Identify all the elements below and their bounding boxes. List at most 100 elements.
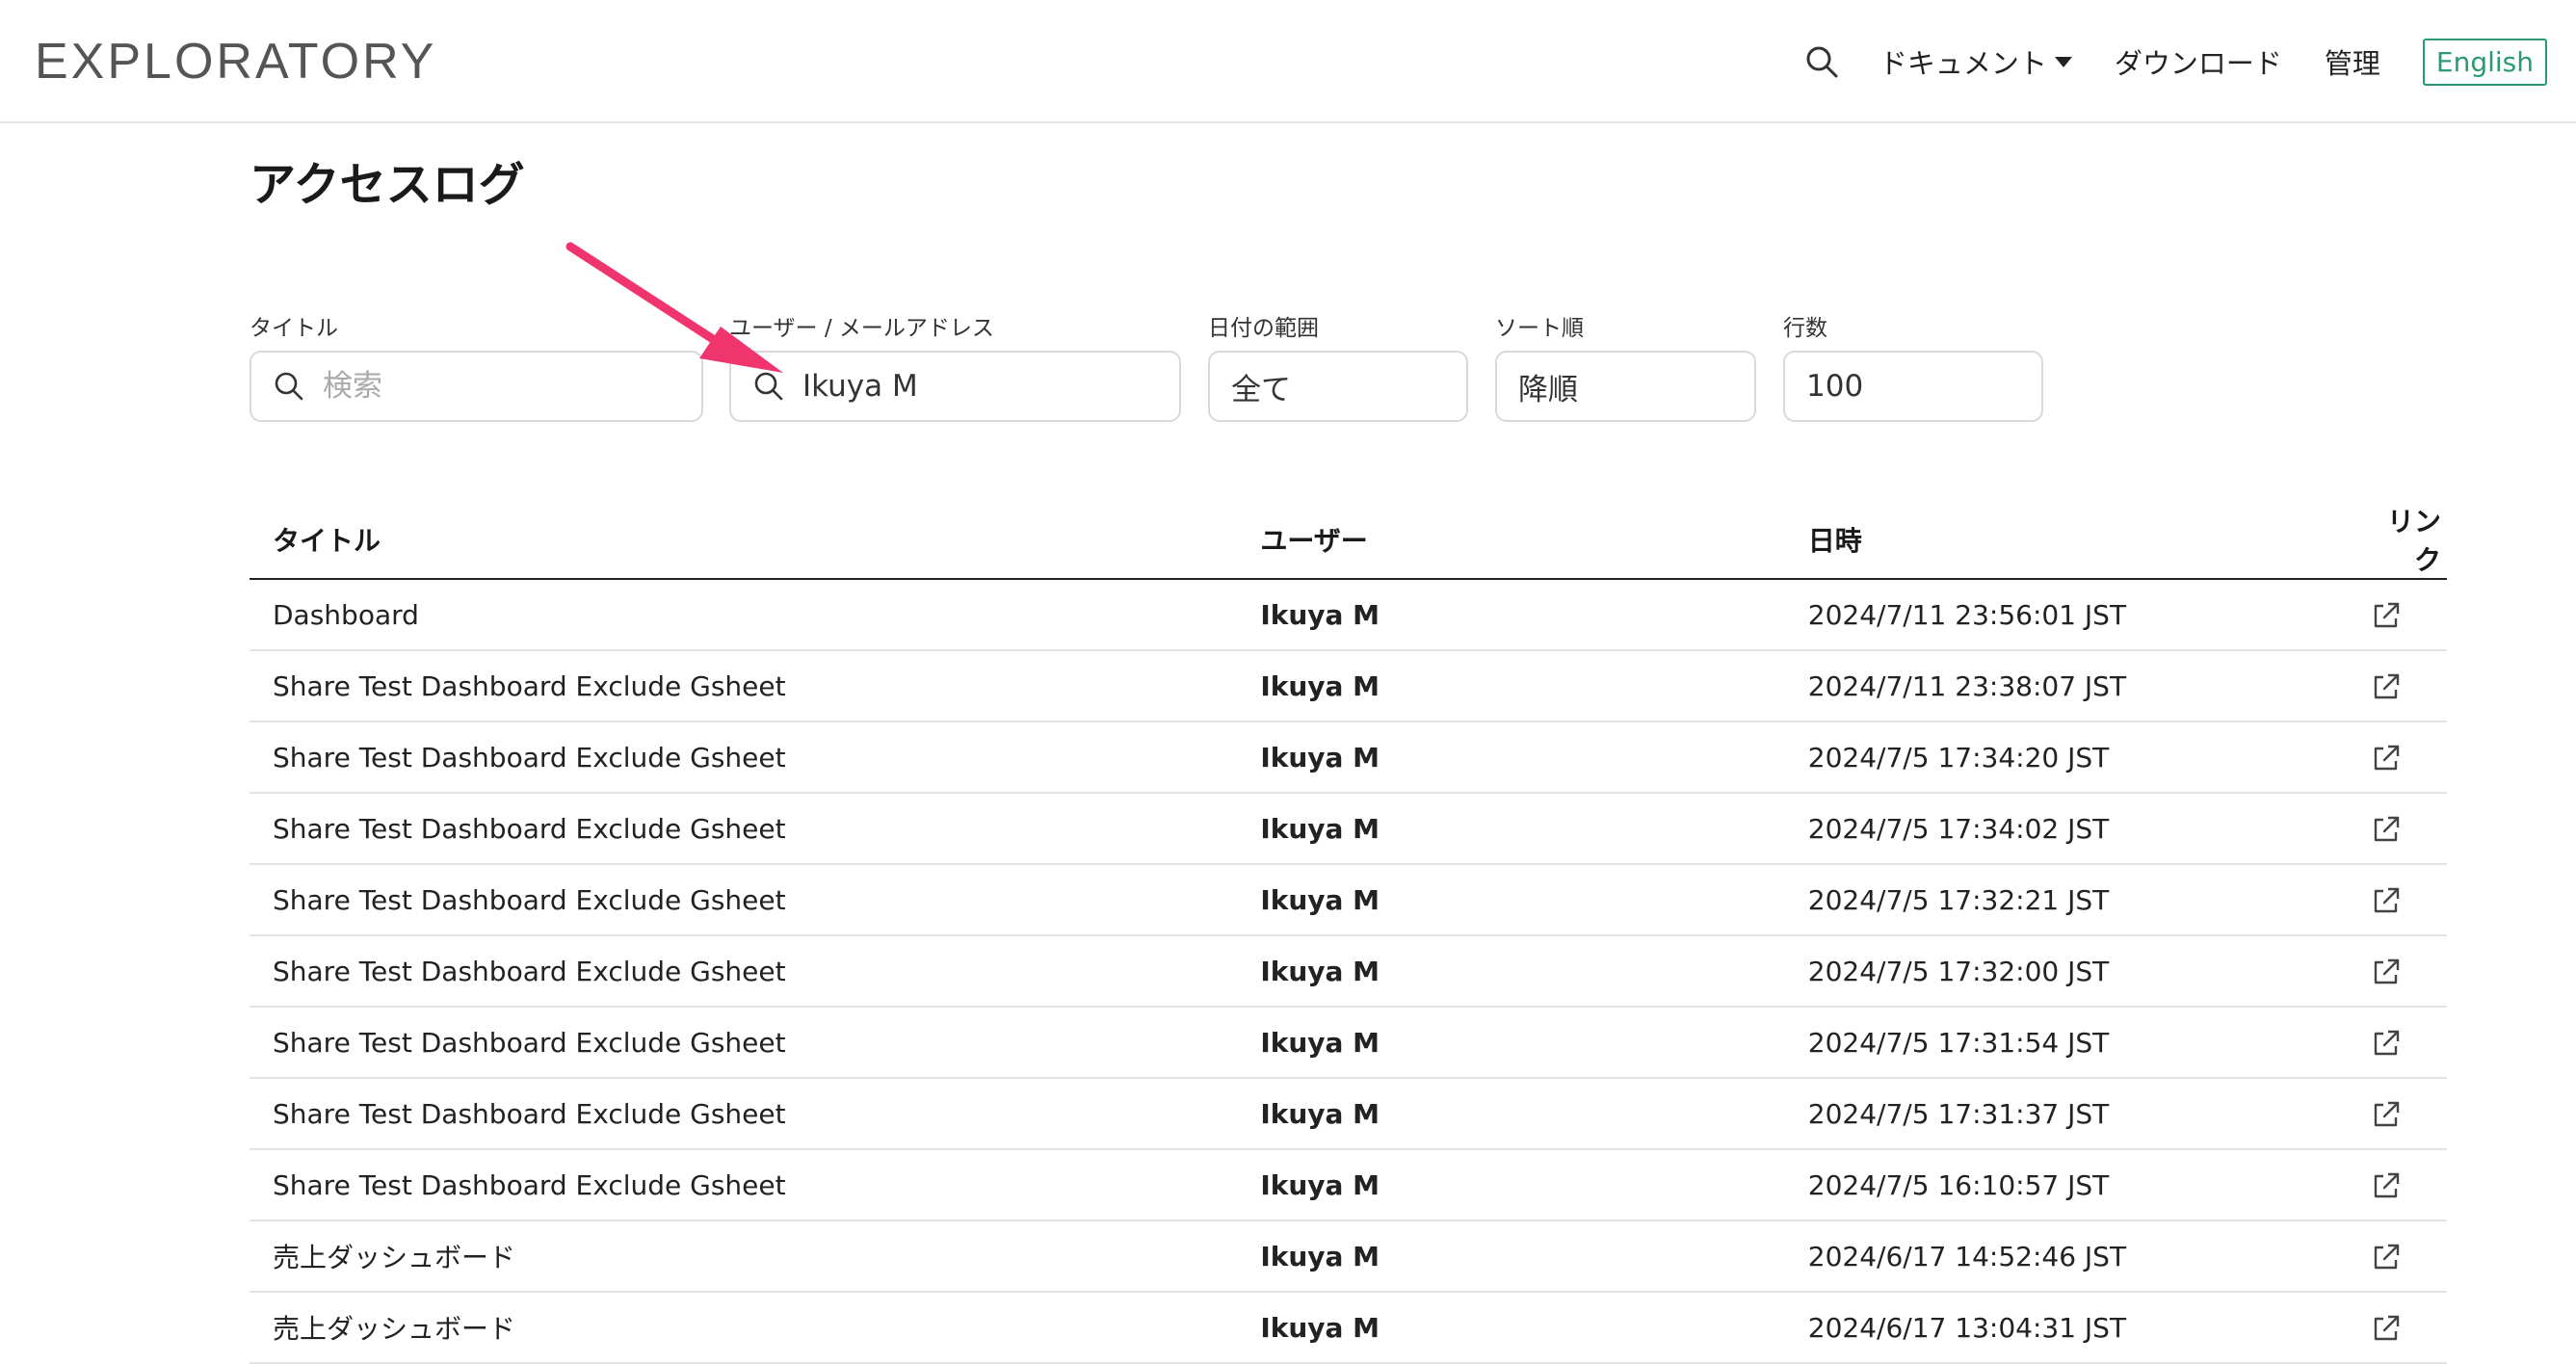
row-count-label: 行数 [1783, 316, 1827, 341]
row-user: Ikuya M [1237, 579, 1785, 651]
user-search-box[interactable] [729, 351, 1181, 422]
nav-download[interactable]: ダウンロード [2115, 41, 2282, 82]
row-link [2347, 1149, 2447, 1221]
header-nav: ドキュメント ダウンロード 管理 English [1802, 29, 2547, 94]
row-date: 2024/7/5 17:32:00 JST [1784, 935, 2347, 1008]
external-link-icon[interactable] [2370, 1027, 2403, 1060]
row-title: Share Test Dashboard Exclude Gsheet [250, 721, 1238, 794]
row-title: Share Test Dashboard Exclude Gsheet [250, 650, 1238, 722]
row-title: Share Test Dashboard Exclude Gsheet [250, 935, 1238, 1008]
date-range-label: 日付の範囲 [1208, 316, 1319, 341]
row-title: Share Test Dashboard Exclude Gsheet [250, 864, 1238, 936]
language-button[interactable]: English [2422, 38, 2547, 86]
caret-down-icon [2054, 56, 2072, 67]
user-search-input[interactable] [802, 369, 1158, 404]
row-link [2347, 935, 2447, 1008]
row-title: Dashboard [250, 579, 1238, 651]
row-title: 売上ダッシュボード [250, 1220, 1238, 1293]
access-log-table: タイトル ユーザー 日時 リンク Dashboard Ikuya M 2024/… [250, 501, 2447, 1364]
row-link [2347, 1078, 2447, 1150]
row-count-select[interactable]: 100 [1783, 351, 2043, 422]
column-header-link: リンク [2347, 501, 2447, 580]
nav-admin[interactable]: 管理 [2325, 41, 2380, 82]
table-row: Share Test Dashboard Exclude Gsheet Ikuy… [250, 793, 2447, 865]
page-title: アクセスログ [250, 158, 525, 212]
table-row: 売上ダッシュボード Ikuya M 2024/6/17 14:52:46 JST [250, 1220, 2447, 1293]
external-link-icon[interactable] [2370, 1098, 2403, 1131]
external-link-icon[interactable] [2370, 813, 2403, 846]
table-row: Share Test Dashboard Exclude Gsheet Ikuy… [250, 1149, 2447, 1221]
row-date: 2024/7/5 17:32:21 JST [1784, 864, 2347, 936]
sort-order-value: 降順 [1518, 372, 1578, 407]
search-icon [754, 372, 783, 401]
table-row: Share Test Dashboard Exclude Gsheet Ikuy… [250, 650, 2447, 722]
row-date: 2024/7/5 16:10:57 JST [1784, 1149, 2347, 1221]
row-date: 2024/7/5 17:34:20 JST [1784, 721, 2347, 794]
user-filter: ユーザー / メールアドレス [729, 314, 1181, 422]
row-date: 2024/7/5 17:31:54 JST [1784, 1007, 2347, 1079]
column-header-title: タイトル [250, 501, 1238, 580]
column-header-date: 日時 [1784, 501, 2347, 580]
date-range-filter: 日付の範囲 全て [1208, 314, 1468, 422]
table-row: Share Test Dashboard Exclude Gsheet Ikuy… [250, 1007, 2447, 1079]
external-link-icon[interactable] [2370, 884, 2403, 917]
row-user: Ikuya M [1237, 1149, 1785, 1221]
exploratory-logo[interactable]: EXPLORATORY [35, 29, 436, 94]
external-link-icon[interactable] [2370, 956, 2403, 988]
table-body: Dashboard Ikuya M 2024/7/11 23:56:01 JST… [250, 579, 2447, 1364]
sort-order-label: ソート順 [1495, 316, 1584, 341]
title-filter: タイトル [250, 314, 703, 422]
row-date: 2024/6/17 13:04:31 JST [1784, 1292, 2347, 1364]
row-user: Ikuya M [1237, 721, 1785, 794]
row-link [2347, 1007, 2447, 1079]
row-user: Ikuya M [1237, 1078, 1785, 1150]
title-search-input[interactable] [323, 369, 680, 404]
row-count-filter: 行数 100 [1783, 314, 2043, 422]
row-title: Share Test Dashboard Exclude Gsheet [250, 1007, 1238, 1079]
row-count-value: 100 [1806, 369, 1864, 404]
row-date: 2024/7/5 17:31:37 JST [1784, 1078, 2347, 1150]
external-link-icon[interactable] [2370, 599, 2403, 632]
row-link [2347, 793, 2447, 865]
table-row: 売上ダッシュボード Ikuya M 2024/6/17 13:04:31 JST [250, 1292, 2447, 1364]
nav-documents-label: ドキュメント [1879, 47, 2047, 80]
row-date: 2024/7/11 23:38:07 JST [1784, 650, 2347, 722]
row-link [2347, 579, 2447, 651]
row-user: Ikuya M [1237, 864, 1785, 936]
nav-documents-dropdown[interactable]: ドキュメント [1879, 41, 2072, 82]
row-date: 2024/7/5 17:34:02 JST [1784, 793, 2347, 865]
row-link [2347, 1292, 2447, 1364]
row-user: Ikuya M [1237, 1292, 1785, 1364]
table-row: Share Test Dashboard Exclude Gsheet Ikuy… [250, 935, 2447, 1008]
table-row: Share Test Dashboard Exclude Gsheet Ikuy… [250, 1078, 2447, 1150]
sort-order-filter: ソート順 降順 [1495, 314, 1756, 422]
row-link [2347, 650, 2447, 722]
table-header-row: タイトル ユーザー 日時 リンク [250, 501, 2447, 580]
search-icon[interactable] [1802, 42, 1841, 81]
row-link [2347, 721, 2447, 794]
row-user: Ikuya M [1237, 1220, 1785, 1293]
date-range-value: 全て [1231, 372, 1291, 407]
row-link [2347, 1220, 2447, 1293]
sort-order-select[interactable]: 降順 [1495, 351, 1756, 422]
date-range-select[interactable]: 全て [1208, 351, 1468, 422]
title-search-box[interactable] [250, 351, 703, 422]
external-link-icon[interactable] [2370, 670, 2403, 703]
user-filter-label: ユーザー / メールアドレス [729, 316, 994, 341]
row-user: Ikuya M [1237, 793, 1785, 865]
table-row: Share Test Dashboard Exclude Gsheet Ikuy… [250, 864, 2447, 936]
row-title: 売上ダッシュボード [250, 1292, 1238, 1364]
external-link-icon[interactable] [2370, 742, 2403, 774]
row-link [2347, 864, 2447, 936]
row-user: Ikuya M [1237, 650, 1785, 722]
row-date: 2024/7/11 23:56:01 JST [1784, 579, 2347, 651]
row-date: 2024/6/17 14:52:46 JST [1784, 1220, 2347, 1293]
external-link-icon[interactable] [2370, 1169, 2403, 1202]
row-title: Share Test Dashboard Exclude Gsheet [250, 1149, 1238, 1221]
table-row: Dashboard Ikuya M 2024/7/11 23:56:01 JST [250, 579, 2447, 651]
row-title: Share Test Dashboard Exclude Gsheet [250, 1078, 1238, 1150]
row-user: Ikuya M [1237, 1007, 1785, 1079]
row-title: Share Test Dashboard Exclude Gsheet [250, 793, 1238, 865]
external-link-icon[interactable] [2370, 1312, 2403, 1345]
external-link-icon[interactable] [2370, 1241, 2403, 1273]
